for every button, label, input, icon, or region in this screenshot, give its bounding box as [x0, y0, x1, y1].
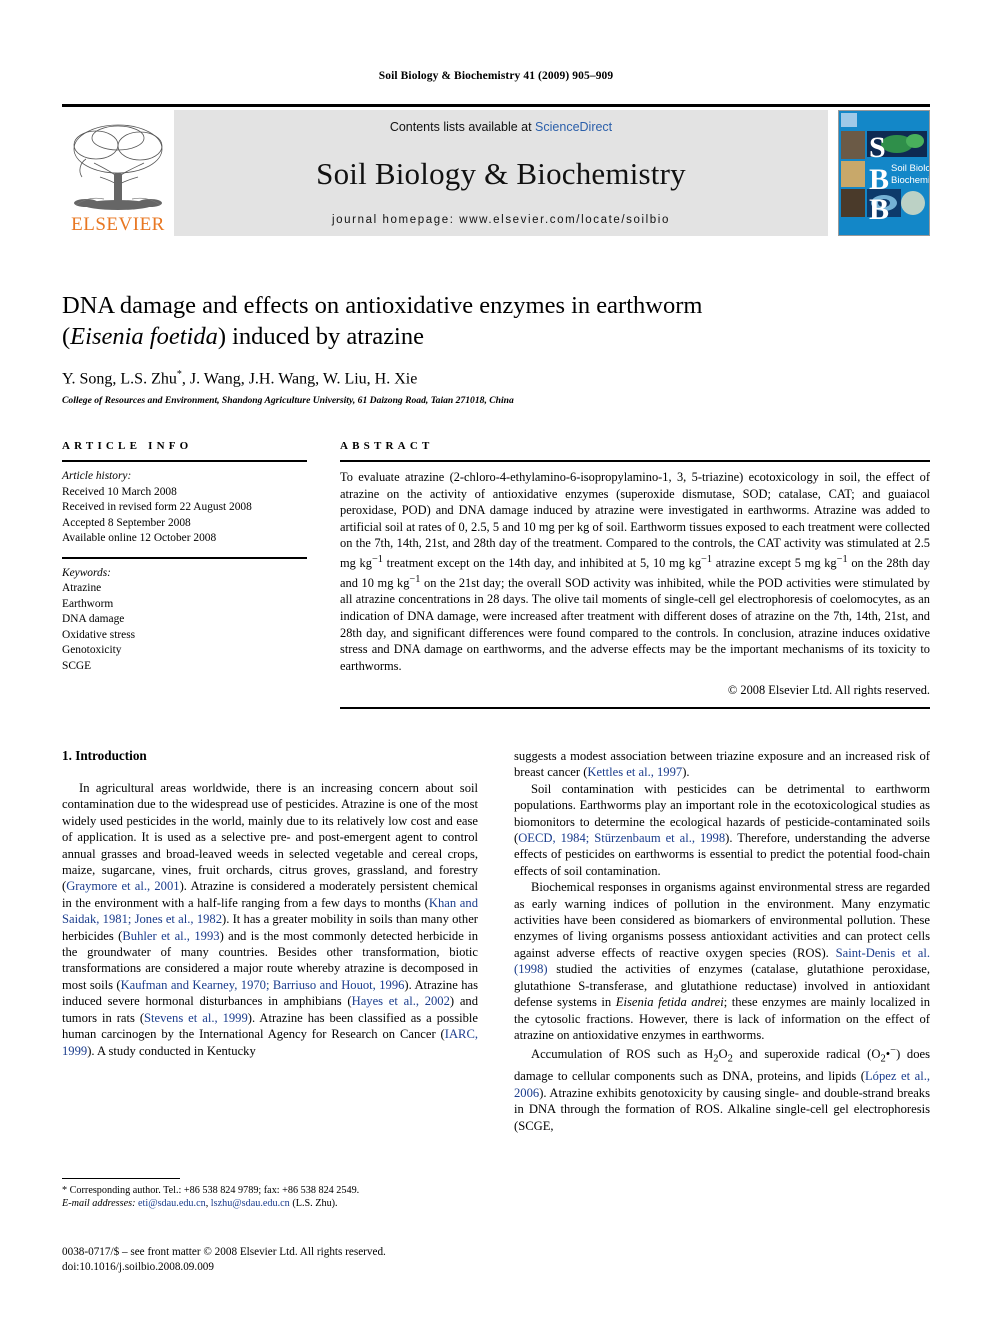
intro-paragraph-right-2: Soil contamination with pesticides can b…	[514, 781, 930, 879]
svg-text:B: B	[869, 163, 889, 196]
citation-stevens[interactable]: Stevens et al., 1999	[144, 1011, 248, 1025]
authors-lead: Y. Song, L.S. Zhu	[62, 370, 177, 388]
abstract-part-3: atrazine except 5 mg kg	[712, 556, 837, 571]
intro-paragraph-right-3: Biochemical responses in organisms again…	[514, 879, 930, 1043]
citation-buhler[interactable]: Buhler et al., 1993	[122, 929, 219, 943]
body-column-left: 1. Introduction In agricultural areas wo…	[62, 748, 478, 1134]
elsevier-wordmark: ELSEVIER	[71, 214, 165, 235]
contents-available-line: Contents lists available at ScienceDirec…	[390, 120, 612, 134]
right-text-4b: O	[718, 1047, 728, 1062]
title-block: DNA damage and effects on antioxidative …	[62, 290, 930, 406]
abstract-part-2: treatment except on the 14th day, and in…	[382, 556, 702, 571]
intro-text-h: ). A study conducted in Kentucky	[87, 1043, 256, 1058]
article-history-label: Article history:	[62, 470, 132, 482]
body-columns: 1. Introduction In agricultural areas wo…	[62, 748, 930, 1134]
species-name-eisenia: Eisenia fetida andrei	[615, 995, 724, 1010]
section-heading-introduction: 1. Introduction	[62, 748, 147, 763]
footnote-contact-line: * Corresponding author. Tel.: +86 538 82…	[62, 1184, 478, 1197]
footnote-corresponding-text: Corresponding author. Tel.: +86 538 824 …	[67, 1185, 360, 1196]
email-addresses-label: E-mail addresses:	[62, 1198, 136, 1210]
abstract-rule-bottom	[340, 707, 930, 710]
abstract-text: To evaluate atrazine (2-chloro-4-ethylam…	[340, 469, 930, 674]
article-title: DNA damage and effects on antioxidative …	[62, 290, 930, 352]
right-text-4c: and superoxide radical (O	[732, 1047, 881, 1062]
paper-page: Soil Biology & Biochemistry 41 (2009) 90…	[0, 0, 992, 1323]
elsevier-tree-icon	[73, 124, 163, 210]
author-affiliation: College of Resources and Environment, Sh…	[62, 395, 514, 407]
abstract-sup-3: −1	[836, 553, 848, 565]
article-title-line2: ) induced by atrazine	[217, 323, 424, 350]
abstract-copyright: © 2008 Elsevier Ltd. All rights reserved…	[727, 683, 930, 698]
keyword-item: Atrazine	[62, 582, 102, 594]
authors-rest: , J. Wang, J.H. Wang, W. Liu, H. Xie	[181, 370, 418, 388]
keyword-item: Earthworm	[62, 597, 114, 610]
doi-line[interactable]: doi:10.1016/j.soilbio.2008.09.009	[62, 1260, 582, 1275]
running-head: Soil Biology & Biochemistry 41 (2009) 90…	[378, 70, 614, 82]
article-info-rule-mid	[62, 556, 307, 559]
sciencedirect-link[interactable]: ScienceDirect	[535, 120, 612, 134]
cover-art: S B B Soil Biology & Biochemistry	[839, 111, 929, 235]
journal-masthead: ELSEVIER Contents lists available at Sci…	[62, 104, 930, 238]
right-text-1a: suggests a modest association between tr…	[514, 749, 930, 780]
abstract-sup-1: −1	[371, 553, 383, 565]
keyword-item: Genotoxicity	[62, 644, 122, 656]
keyword-item: Oxidative stress	[62, 628, 136, 641]
intro-paragraph-right-4: Accumulation of ROS such as H2O2 and sup…	[514, 1043, 930, 1134]
citation-kaufman[interactable]: Kaufman and Kearney, 1970; Barriuso and …	[121, 978, 405, 992]
corresponding-author-footnote: * Corresponding author. Tel.: +86 538 82…	[62, 1178, 478, 1210]
article-title-line1: DNA damage and effects on antioxidative …	[62, 292, 703, 319]
email-link-1[interactable]: eti@sdau.edu.cn	[138, 1198, 206, 1209]
footnote-rule	[62, 1178, 180, 1179]
citation-graymore[interactable]: Graymore et al., 2001	[66, 879, 179, 893]
svg-text:Soil Biology &: Soil Biology &	[891, 163, 929, 174]
author-list: Y. Song, L.S. Zhu*, J. Wang, J.H. Wang, …	[62, 369, 930, 388]
abstract-column: ABSTRACT To evaluate atrazine (2-chloro-…	[340, 440, 930, 710]
keyword-item: DNA damage	[62, 613, 125, 625]
elsevier-logo: ELSEVIER	[62, 110, 174, 236]
history-item: Accepted 8 September 2008	[62, 516, 191, 529]
citation-hayes[interactable]: Hayes et al., 2002	[352, 994, 450, 1008]
article-title-paren-open: (	[62, 323, 71, 350]
intro-text-a: In agricultural areas worldwide, there i…	[62, 781, 478, 894]
history-item: Available online 12 October 2008	[62, 532, 217, 544]
article-info-heading: ARTICLE INFO	[62, 440, 193, 452]
right-text-4f: ). Atrazine exhibits genotoxicity by cau…	[514, 1085, 930, 1133]
abstract-rule-top	[340, 460, 930, 462]
article-info-column: ARTICLE INFO Article history: Received 1…	[62, 440, 307, 709]
masthead-center: Contents lists available at ScienceDirec…	[174, 110, 828, 236]
abstract-part-5: on the 21st day; the overall SOD activit…	[340, 575, 930, 673]
svg-text:B: B	[869, 193, 889, 226]
journal-homepage[interactable]: journal homepage: www.elsevier.com/locat…	[332, 214, 670, 226]
intro-paragraph-right-1: suggests a modest association between tr…	[514, 748, 930, 781]
journal-cover-thumbnail: S B B Soil Biology & Biochemistry	[838, 110, 930, 236]
info-abstract-section: ARTICLE INFO Article history: Received 1…	[62, 440, 930, 710]
imprint-block: 0038-0717/$ – see front matter © 2008 El…	[62, 1245, 582, 1274]
email-link-2[interactable]: lszhu@sdau.edu.cn	[211, 1198, 290, 1209]
right-text-4a: Accumulation of ROS such as H	[531, 1047, 714, 1062]
abstract-heading: ABSTRACT	[340, 440, 434, 452]
keyword-item: SCGE	[62, 659, 92, 672]
abstract-sup-4: −1	[409, 573, 421, 585]
abstract-sup-2: −1	[701, 553, 713, 565]
right-text-1b: ).	[682, 765, 690, 780]
body-column-right: suggests a modest association between tr…	[514, 748, 930, 1134]
email-suffix: (L.S. Zhu).	[289, 1198, 338, 1210]
issn-copyright-line: 0038-0717/$ – see front matter © 2008 El…	[62, 1246, 386, 1258]
contents-prefix: Contents lists available at	[389, 120, 536, 134]
intro-paragraph-left: In agricultural areas worldwide, there i…	[62, 780, 478, 1059]
svg-text:S: S	[869, 131, 886, 164]
footnote-email-line: E-mail addresses: eti@sdau.edu.cn, lszhu…	[62, 1197, 478, 1210]
keywords-label: Keywords:	[62, 566, 111, 579]
article-info-rule-top	[62, 460, 307, 462]
journal-title: Soil Biology & Biochemistry	[316, 156, 686, 191]
citation-kettles[interactable]: Kettles et al., 1997	[587, 765, 682, 779]
article-title-species: Eisenia foetida	[70, 323, 218, 350]
svg-text:Biochemistry: Biochemistry	[891, 175, 929, 186]
history-item: Received in revised form 22 August 2008	[62, 501, 252, 513]
history-item: Received 10 March 2008	[62, 485, 177, 498]
citation-oecd[interactable]: OECD, 1984; Stürzenbaum et al., 1998	[518, 831, 725, 845]
